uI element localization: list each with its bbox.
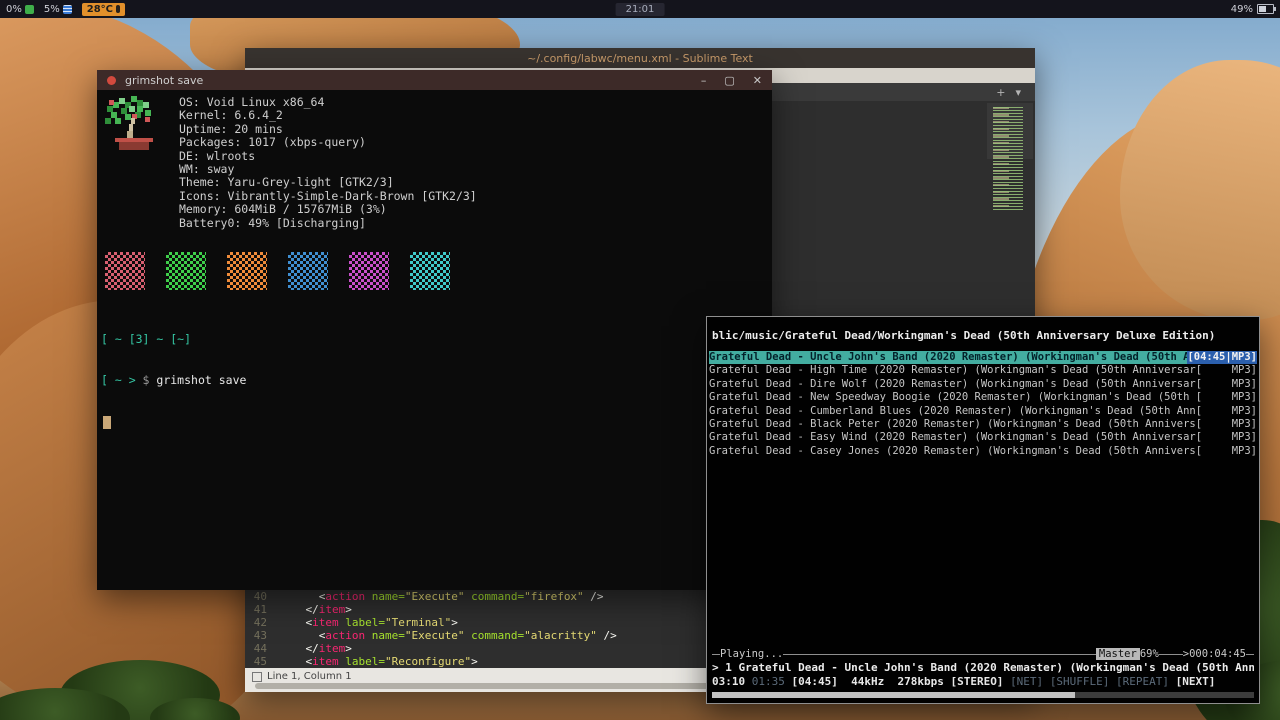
fetch-info-line: Battery0: 49% [Discharging] <box>179 217 768 230</box>
thermometer-icon <box>116 5 120 13</box>
playback-progress[interactable] <box>712 692 1254 698</box>
fetch-info-line: Uptime: 20 mins <box>179 123 768 136</box>
palette-block <box>166 252 206 290</box>
playlist-row[interactable]: Grateful Dead - Casey Jones (2020 Remast… <box>709 445 1257 458</box>
playlist: Grateful Dead - Uncle John's Band (2020 … <box>709 351 1257 458</box>
battery-fill <box>1259 6 1266 12</box>
minimap-lines <box>993 107 1029 211</box>
terminal-body[interactable]: OS: Void Linux x86_64Kernel: 6.6.4_2Upti… <box>97 90 772 590</box>
temperature-widget[interactable]: 28°C <box>82 3 125 16</box>
battery-value: 49% <box>1231 4 1253 15</box>
sublime-title: ~/.config/labwc/menu.xml - Sublime Text <box>527 52 753 65</box>
temperature-value: 28°C <box>87 4 113 15</box>
moc-status-line: Playing... Master 69% >000:04:45 <box>712 647 1254 661</box>
palette-block <box>105 252 145 290</box>
sublime-titlebar[interactable]: ~/.config/labwc/menu.xml - Sublime Text <box>245 48 1035 68</box>
cursor-position: Line 1, Column 1 <box>267 671 352 682</box>
color-palette <box>105 252 768 290</box>
cpu-value: 0% <box>6 4 22 15</box>
memory-value: 5% <box>44 4 60 15</box>
cpu-widget[interactable]: 0% <box>6 4 34 15</box>
fetch-info-line: Memory: 604MiB / 15767MiB (3%) <box>179 203 768 216</box>
player-state: Playing... <box>720 648 783 660</box>
divider-line <box>1159 654 1183 655</box>
playlist-row[interactable]: Grateful Dead - Uncle John's Band (2020 … <box>709 351 1257 364</box>
prompt-line-2: [ ~ > $ grimshot save <box>101 374 768 388</box>
new-tab-button[interactable]: + <box>996 86 1005 99</box>
volume-percent: 69% <box>1140 648 1159 660</box>
clock[interactable]: 21:01 <box>616 3 665 16</box>
fetch-info-line: Kernel: 6.6.4_2 <box>179 109 768 122</box>
now-playing-title: > 1 Grateful Dead - Uncle John's Band (2… <box>712 661 1254 675</box>
fetch-info-line: OS: Void Linux x86_64 <box>179 96 768 109</box>
terminal-cursor <box>103 416 111 429</box>
playlist-row[interactable]: Grateful Dead - Dire Wolf (2020 Remaster… <box>709 378 1257 391</box>
playlist-row[interactable]: Grateful Dead - Black Peter (2020 Remast… <box>709 418 1257 431</box>
terminal-titlebar[interactable]: grimshot save – ▢ ✕ <box>97 70 772 90</box>
playlist-row[interactable]: Grateful Dead - High Time (2020 Remaster… <box>709 364 1257 377</box>
moc-window: blic/music/Grateful Dead/Workingman's De… <box>706 316 1260 704</box>
fetch-info-line: Theme: Yaru-Grey-light [GTK2/3] <box>179 176 768 189</box>
playlist-row[interactable]: Grateful Dead - Cumberland Blues (2020 R… <box>709 405 1257 418</box>
bonsai-art <box>101 92 167 155</box>
memory-icon <box>63 5 72 14</box>
palette-block <box>349 252 389 290</box>
palette-block <box>410 252 450 290</box>
prompt-line-1: [ ~ [3] ~ [~] <box>101 333 768 347</box>
master-volume-label: Master <box>1096 648 1140 660</box>
moc-footer: Playing... Master 69% >000:04:45 > 1 Gra… <box>707 647 1259 703</box>
divider-line <box>712 654 720 655</box>
fetch-info-line: DE: wlroots <box>179 150 768 163</box>
status-bar: 0% 5% 28°C 21:01 49% <box>0 0 1280 18</box>
terminal-title: grimshot save <box>125 74 203 87</box>
app-dot-icon <box>107 76 116 85</box>
tab-overflow-chevron-down-icon[interactable]: ▾ <box>1015 86 1021 99</box>
moc-progress-fill <box>712 692 1075 698</box>
playlist-row[interactable]: Grateful Dead - New Speedway Boogie (202… <box>709 391 1257 404</box>
divider-line <box>783 654 1096 655</box>
status-icon <box>252 672 262 682</box>
directory-path: blic/music/Grateful Dead/Workingman's De… <box>712 329 1254 342</box>
moc-stats: 03:10 01:35 [04:45] 44kHz 278kbps [STERE… <box>712 675 1254 689</box>
palette-block <box>227 252 267 290</box>
divider-line <box>1246 654 1254 655</box>
maximize-icon[interactable]: ▢ <box>724 74 734 87</box>
minimize-icon[interactable]: – <box>701 74 707 87</box>
battery-widget[interactable]: 49% <box>1231 4 1274 15</box>
battery-icon <box>1257 4 1274 14</box>
fetch-info: OS: Void Linux x86_64Kernel: 6.6.4_2Upti… <box>179 96 768 230</box>
fetch-info-line: WM: sway <box>179 163 768 176</box>
memory-widget[interactable]: 5% <box>44 4 72 15</box>
total-time: >000:04:45 <box>1183 648 1246 660</box>
palette-block <box>288 252 328 290</box>
terminal-window: grimshot save – ▢ ✕ <box>97 70 772 590</box>
playlist-row[interactable]: Grateful Dead - Easy Wind (2020 Remaster… <box>709 431 1257 444</box>
fetch-info-line: Packages: 1017 (xbps-query) <box>179 136 768 149</box>
cpu-icon <box>25 5 34 14</box>
fetch-info-line: Icons: Vibrantly-Simple-Dark-Brown [GTK2… <box>179 190 768 203</box>
close-icon[interactable]: ✕ <box>753 74 762 87</box>
